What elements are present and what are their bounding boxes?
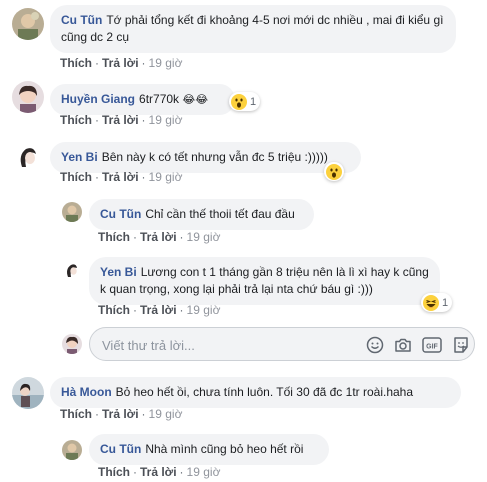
separator: ·	[179, 230, 184, 244]
commenter-name[interactable]: Huyền Giang	[61, 92, 135, 106]
gif-icon[interactable]: GIF	[422, 336, 442, 354]
avatar[interactable]	[12, 141, 44, 173]
sticker-icon[interactable]	[452, 336, 470, 354]
separator: ·	[141, 56, 146, 70]
camera-icon[interactable]	[394, 336, 412, 354]
reply-link[interactable]: Trả lời	[102, 170, 139, 184]
laughing-emoji: 😂😂	[182, 93, 209, 106]
comment-bubble: Hà Moon Bỏ heo hết ồi, chưa tính luôn. Tố…	[50, 377, 461, 408]
commenter-name[interactable]: Yen Bi	[100, 265, 137, 279]
commenter-name[interactable]: Hà Moon	[61, 385, 112, 399]
separator: ·	[179, 303, 184, 317]
like-link[interactable]: Thích	[60, 407, 92, 421]
separator: ·	[95, 56, 99, 70]
like-link[interactable]: Thích	[98, 303, 130, 317]
emoji-icon[interactable]	[366, 336, 384, 354]
wow-reaction-icon	[326, 163, 342, 180]
comment-actions: Thích · Trả lời · 19 giờ	[60, 113, 182, 127]
separator: ·	[141, 407, 146, 421]
comment-text: Bỏ heo hết ồi, chưa tính luôn. Tối 30 đã…	[115, 385, 414, 399]
timestamp[interactable]: 19 giờ	[187, 303, 221, 317]
comment-actions: Thích · Trả lời · 19 giờ	[98, 303, 220, 317]
current-user-avatar	[62, 334, 82, 354]
comment-actions: Thích · Trả lời · 19 giờ	[60, 407, 182, 421]
avatar[interactable]	[62, 260, 82, 280]
separator: ·	[95, 113, 99, 127]
timestamp[interactable]: 19 giờ	[149, 170, 183, 184]
comment-bubble: Huyền Giang 6tr770k 😂😂	[50, 84, 235, 115]
separator: ·	[133, 230, 137, 244]
reaction-badge[interactable]: 1	[421, 293, 453, 312]
reply-composer[interactable]: GIF	[89, 327, 475, 361]
reply-link[interactable]: Trả lời	[140, 303, 177, 317]
separator: ·	[141, 113, 146, 127]
like-link[interactable]: Thích	[60, 56, 92, 70]
separator: ·	[179, 465, 184, 479]
separator: ·	[133, 303, 137, 317]
reaction-badge[interactable]	[324, 162, 344, 181]
reply-link[interactable]: Trả lời	[102, 113, 139, 127]
commenter-name[interactable]: Cu Tũn	[61, 13, 102, 27]
avatar[interactable]	[12, 8, 44, 40]
wow-reaction-icon	[231, 93, 247, 110]
haha-reaction-icon	[423, 294, 439, 311]
comment-text: Tớ phải tổng kết đi khoảng 4-5 nơi mới d…	[61, 13, 444, 44]
reaction-count: 1	[442, 296, 449, 309]
reply-link[interactable]: Trả lời	[140, 465, 177, 479]
comment-bubble: Cu Tũn Tớ phải tổng kết đi khoảng 4-5 nơi…	[50, 5, 456, 53]
avatar[interactable]	[62, 440, 82, 460]
comment-bubble: Yen Bi Bên này k có tết nhưng vẫn đc 5 tr…	[50, 142, 361, 173]
separator: ·	[133, 465, 137, 479]
reply-link[interactable]: Trả lời	[102, 407, 139, 421]
like-link[interactable]: Thích	[98, 230, 130, 244]
timestamp[interactable]: 19 giờ	[149, 56, 183, 70]
timestamp[interactable]: 19 giờ	[187, 230, 221, 244]
separator: ·	[95, 407, 99, 421]
commenter-name[interactable]: Cu Tũn	[100, 442, 141, 456]
timestamp[interactable]: 19 giờ	[187, 465, 221, 479]
reply-link[interactable]: Trả lời	[102, 56, 139, 70]
separator: ·	[95, 170, 99, 184]
comment-text: Lương con t 1 tháng gần 8 triệu nên là l…	[100, 265, 429, 296]
reaction-badge[interactable]: 1	[229, 92, 261, 111]
comment-actions: Thích · Trả lời · 19 giờ	[60, 170, 182, 184]
like-link[interactable]: Thích	[60, 113, 92, 127]
comment-bubble: Cu Tũn Nhà mình cũng bỏ heo hết rồi	[89, 434, 329, 465]
avatar[interactable]	[12, 81, 44, 113]
reply-link[interactable]: Trả lời	[140, 230, 177, 244]
like-link[interactable]: Thích	[60, 170, 92, 184]
comment-text: Nhà mình cũng bỏ heo hết rồi	[145, 442, 304, 456]
timestamp[interactable]: 19 giờ	[149, 113, 183, 127]
comment-actions: Thích · Trả lời · 19 giờ	[98, 230, 220, 244]
comment-bubble: Cu Tũn Chỉ cần thế thoii tết đau đầu	[89, 199, 314, 230]
like-link[interactable]: Thích	[98, 465, 130, 479]
comment-text: 6tr770k	[139, 92, 180, 106]
avatar[interactable]	[62, 202, 82, 222]
svg-text:GIF: GIF	[426, 344, 438, 351]
avatar[interactable]	[12, 377, 44, 409]
comment-bubble: Yen Bi Lương con t 1 tháng gần 8 triệu nê…	[89, 257, 440, 305]
separator: ·	[141, 170, 146, 184]
reaction-count: 1	[250, 95, 257, 108]
comment-text: Bên này k có tết nhưng vẫn đc 5 triệu :)…	[101, 150, 328, 164]
comment-text: Chỉ cần thế thoii tết đau đầu	[145, 207, 295, 221]
reply-input[interactable]	[100, 336, 354, 354]
timestamp[interactable]: 19 giờ	[149, 407, 183, 421]
comment-actions: Thích · Trả lời · 19 giờ	[98, 465, 220, 479]
commenter-name[interactable]: Cu Tũn	[100, 207, 141, 221]
commenter-name[interactable]: Yen Bi	[61, 150, 98, 164]
comment-actions: Thích · Trả lời · 19 giờ	[60, 56, 182, 70]
